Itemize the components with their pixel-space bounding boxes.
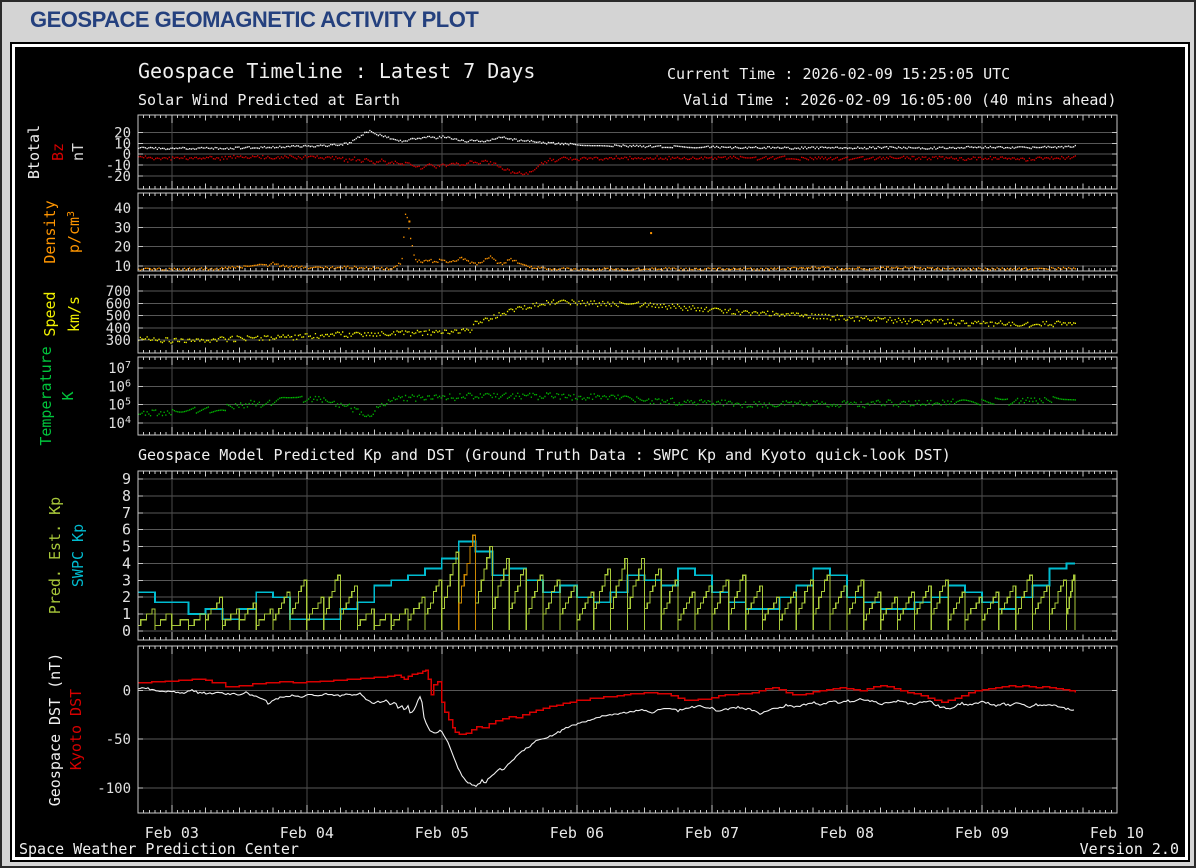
svg-text:40: 40 — [114, 201, 131, 217]
svg-text:30: 30 — [114, 220, 131, 236]
svg-text:p/cm3: p/cm3 — [65, 211, 83, 253]
page-title: GEOSPACE GEOMAGNETIC ACTIVITY PLOT — [30, 7, 479, 32]
svg-text:Feb 08: Feb 08 — [820, 824, 874, 842]
svg-text:km/s: km/s — [65, 296, 83, 332]
svg-text:8: 8 — [122, 487, 131, 505]
svg-text:-20: -20 — [106, 169, 131, 185]
svg-text:0: 0 — [122, 622, 131, 640]
svg-text:106: 106 — [108, 378, 131, 395]
svg-text:-50: -50 — [106, 732, 131, 748]
svg-text:300: 300 — [106, 333, 131, 349]
svg-text:Feb 06: Feb 06 — [550, 824, 604, 842]
svg-text:3: 3 — [122, 571, 131, 589]
svg-text:Feb 05: Feb 05 — [415, 824, 469, 842]
svg-text:Temperature: Temperature — [37, 346, 55, 445]
svg-text:Speed: Speed — [41, 291, 59, 336]
svg-text:104: 104 — [108, 415, 131, 432]
svg-text:nT: nT — [69, 143, 87, 161]
header-bar: GEOSPACE GEOMAGNETIC ACTIVITY PLOT — [2, 2, 1194, 40]
svg-text:Feb 09: Feb 09 — [955, 824, 1009, 842]
svg-text:9: 9 — [122, 470, 131, 488]
svg-text:-100: -100 — [97, 781, 131, 797]
svg-text:5: 5 — [122, 538, 131, 556]
svg-text:K: K — [59, 391, 77, 400]
svg-text:1: 1 — [122, 605, 131, 623]
svg-text:20: 20 — [114, 240, 131, 256]
svg-text:Geospace DST (nT): Geospace DST (nT) — [46, 653, 64, 807]
svg-text:Feb 07: Feb 07 — [685, 824, 739, 842]
svg-text:Kyoto DST: Kyoto DST — [67, 689, 85, 770]
svg-text:7: 7 — [122, 504, 131, 522]
plot-area: 20 10 0 -10 -20 Btotal Bz nT 40 30 20 10 Density p/cm… — [15, 47, 1185, 858]
svg-text:SWPC Kp: SWPC Kp — [69, 524, 87, 587]
svg-text:Bz: Bz — [49, 143, 67, 161]
svg-text:10: 10 — [114, 259, 131, 275]
svg-text:2: 2 — [122, 588, 131, 606]
svg-text:105: 105 — [108, 397, 131, 414]
chart-subtitle: Solar Wind Predicted at Earth — [138, 91, 400, 109]
svg-text:0: 0 — [123, 684, 131, 700]
valid-time-label: Valid Time : 2026-02-09 16:05:00 (40 min… — [683, 91, 1117, 109]
svg-text:6: 6 — [122, 521, 131, 539]
footer-source: Space Weather Prediction Center — [19, 840, 299, 858]
svg-text:107: 107 — [108, 360, 131, 377]
svg-text:Btotal: Btotal — [25, 125, 43, 179]
svg-text:4: 4 — [122, 554, 131, 572]
plot-frame: 20 10 0 -10 -20 Btotal Bz nT 40 30 20 10 Density p/cm… — [10, 42, 1190, 862]
svg-text:Density: Density — [41, 200, 59, 263]
chart-title: Geospace Timeline : Latest 7 Days — [138, 59, 536, 83]
page: GEOSPACE GEOMAGNETIC ACTIVITY PLOT 20 10 0… — [0, 0, 1196, 868]
footer-version: Version 2.0 — [1079, 840, 1179, 858]
svg-text:Pred. Est. Kp: Pred. Est. Kp — [46, 497, 64, 614]
current-time-label: Current Time : 2026-02-09 15:25:05 UTC — [667, 65, 1011, 83]
kp-dst-section-title: Geospace Model Predicted Kp and DST (Gro… — [138, 446, 951, 464]
